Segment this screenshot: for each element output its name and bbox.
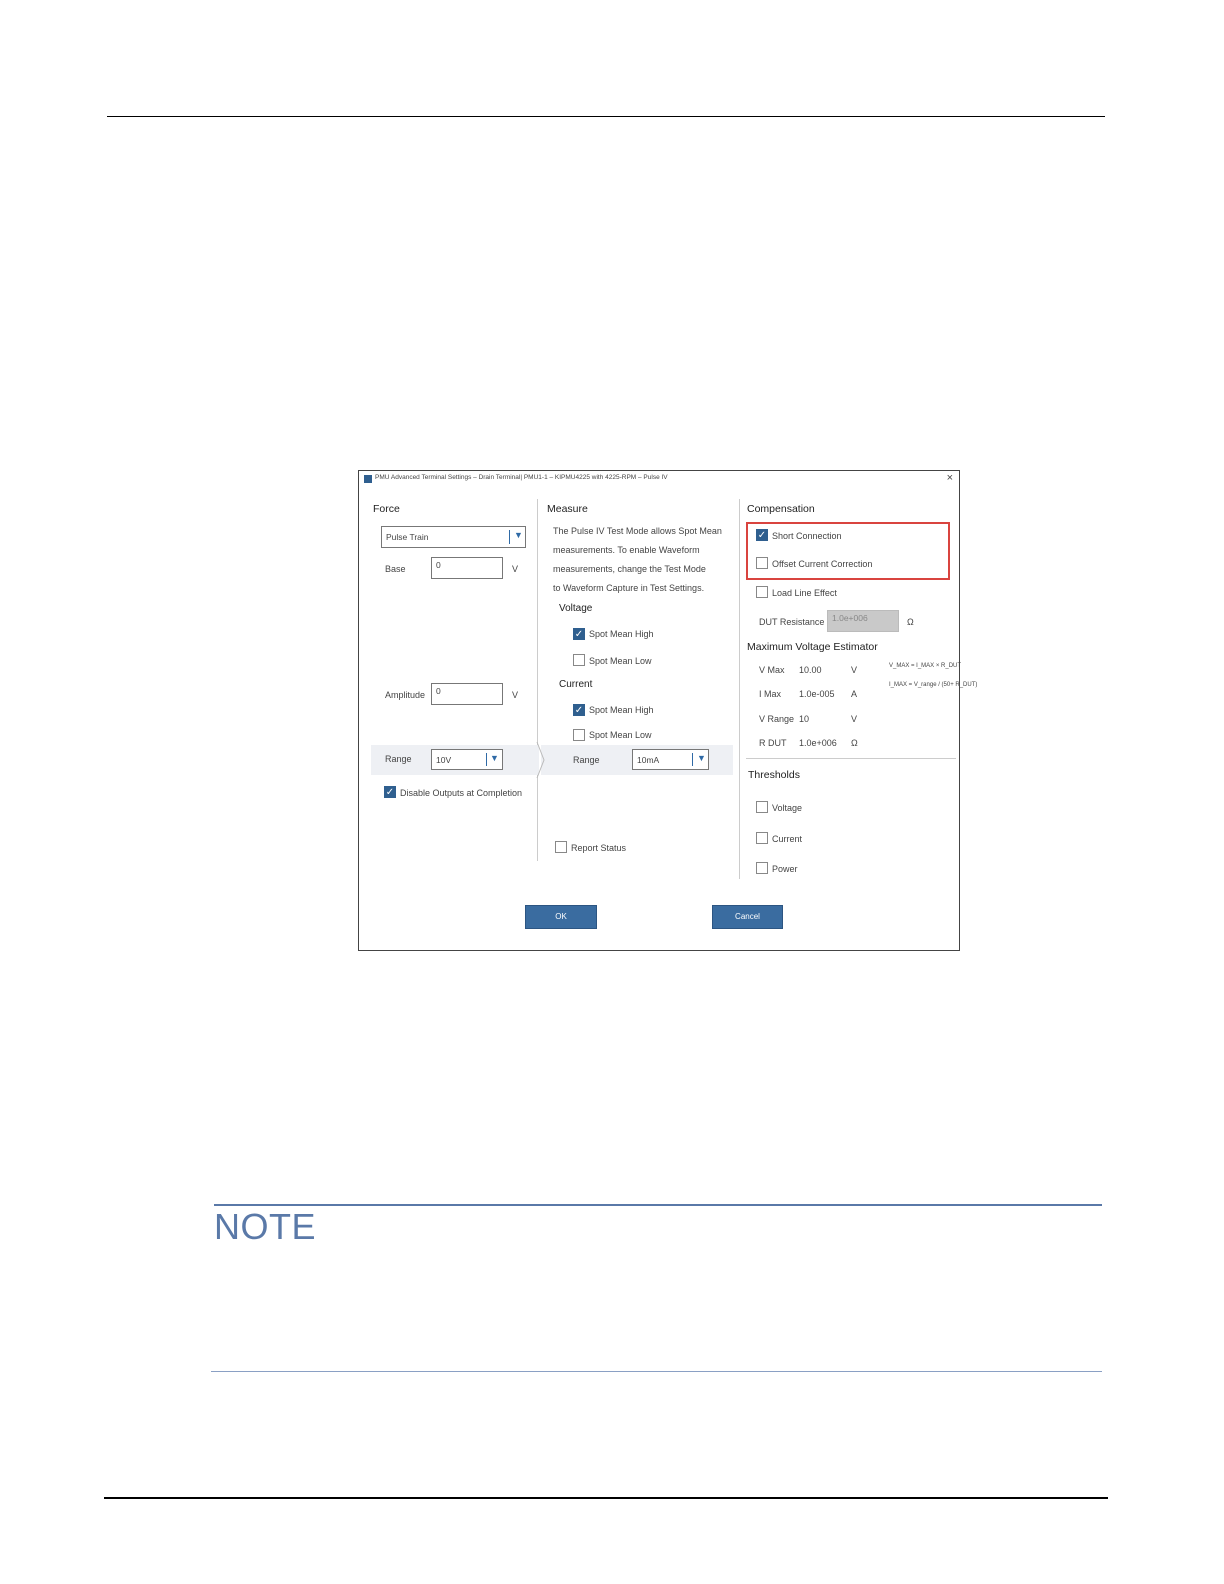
force-range-value: 10V [436, 755, 452, 765]
estimator-unit: V [851, 714, 858, 724]
measure-compensation-divider [739, 499, 740, 879]
base-label: Base [385, 564, 406, 574]
base-input[interactable]: 0 [431, 557, 503, 579]
threshold-power-checkbox[interactable] [756, 862, 768, 874]
threshold-voltage-label: Voltage [772, 803, 803, 813]
measure-info-line-3: measurements, change the Test Mode [553, 564, 706, 574]
estimator-divider [746, 758, 956, 759]
cancel-button[interactable]: Cancel [712, 905, 783, 929]
compensation-heading: Compensation [747, 503, 815, 515]
estimator-unit: A [851, 689, 858, 699]
disable-outputs-checkbox[interactable]: ✓ [384, 786, 396, 798]
threshold-voltage-checkbox[interactable] [756, 801, 768, 813]
note-bottom-rule [211, 1371, 1102, 1372]
estimator-heading: Maximum Voltage Estimator [747, 641, 878, 653]
estimator-label: V Range [759, 714, 795, 724]
amplitude-label: Amplitude [385, 690, 426, 700]
amplitude-input[interactable]: 0 [431, 683, 503, 705]
voltage-heading: Voltage [559, 603, 593, 614]
estimator-unit: V [851, 665, 858, 675]
estimator-label: V Max [759, 665, 785, 675]
chevron-down-icon: ▼ [490, 753, 499, 763]
threshold-current-label: Current [772, 834, 803, 844]
disable-outputs-label: Disable Outputs at Completion [400, 788, 523, 798]
voltage-spot-mean-high-checkbox[interactable]: ✓ [573, 628, 585, 640]
load-line-effect-checkbox[interactable] [756, 586, 768, 598]
pulse-type-dropdown[interactable]: Pulse Train ▼ [381, 526, 526, 548]
chevron-down-icon: ▼ [697, 753, 706, 763]
measure-info-line-4: to Waveform Capture in Test Settings. [553, 583, 705, 593]
threshold-power-label: Power [772, 864, 798, 874]
force-measure-divider [537, 499, 538, 861]
measure-range-label: Range [573, 755, 600, 765]
measure-heading: Measure [547, 503, 588, 515]
dropdown-separator [486, 753, 487, 766]
ok-button[interactable]: OK [525, 905, 597, 929]
estimator-value: 1.0e+006 [799, 738, 837, 748]
note-top-rule [214, 1204, 1102, 1206]
offset-current-correction-checkbox[interactable] [756, 557, 768, 569]
threshold-current-checkbox[interactable] [756, 832, 768, 844]
voltage-spot-mean-high-label: Spot Mean High [589, 629, 654, 639]
short-connection-checkbox[interactable]: ✓ [756, 529, 768, 541]
measure-info-line-2: measurements. To enable Waveform [553, 545, 700, 555]
dut-resistance-input: 1.0e+006 [827, 610, 899, 632]
current-spot-mean-low-checkbox[interactable] [573, 729, 585, 741]
title-bar: PMU Advanced Terminal Settings – Drain T… [359, 471, 959, 487]
chevron-down-icon: ▼ [514, 530, 523, 540]
app-icon [364, 475, 372, 483]
current-spot-mean-high-label: Spot Mean High [589, 705, 654, 715]
current-heading: Current [559, 679, 593, 690]
thresholds-heading: Thresholds [748, 769, 800, 781]
current-spot-mean-high-checkbox[interactable]: ✓ [573, 704, 585, 716]
amplitude-unit: V [512, 690, 519, 700]
offset-current-correction-label: Offset Current Correction [772, 559, 873, 569]
dialog-title: PMU Advanced Terminal Settings – Drain T… [375, 474, 668, 481]
estimator-value: 10 [799, 714, 810, 724]
short-connection-label: Short Connection [772, 531, 842, 541]
estimator-unit: Ω [851, 738, 858, 748]
pmu-advanced-terminal-settings-dialog: PMU Advanced Terminal Settings – Drain T… [358, 470, 977, 951]
force-range-label: Range [385, 754, 412, 764]
estimator-value: 10.00 [799, 665, 822, 675]
header-rule [107, 116, 1105, 117]
voltage-spot-mean-low-checkbox[interactable] [573, 654, 585, 666]
measure-range-value: 10mA [637, 755, 660, 765]
measure-range-dropdown[interactable]: 10mA ▼ [632, 749, 709, 770]
current-spot-mean-low-label: Spot Mean Low [589, 730, 652, 740]
pulse-type-value: Pulse Train [386, 532, 429, 542]
estimator-label: I Max [759, 689, 782, 699]
estimator-value: 1.0e-005 [799, 689, 835, 699]
estimator-label: R DUT [759, 738, 787, 748]
dut-resistance-label: DUT Resistance [759, 617, 825, 627]
measure-info-line-1: The Pulse IV Test Mode allows Spot Mean [553, 526, 722, 536]
report-status-checkbox[interactable] [555, 841, 567, 853]
imax-formula: I_MAX = V_range / (50+ R_DUT) [889, 682, 978, 688]
force-range-dropdown[interactable]: 10V ▼ [431, 749, 503, 770]
range-link-chevron [536, 741, 545, 779]
close-icon[interactable]: × [947, 472, 953, 484]
force-heading: Force [373, 503, 400, 515]
base-unit: V [512, 564, 519, 574]
note-heading: NOTE [214, 1206, 317, 1247]
dropdown-separator [509, 530, 510, 544]
dut-resistance-unit: Ω [907, 617, 914, 627]
dropdown-separator [692, 753, 693, 766]
report-status-label: Report Status [571, 843, 627, 853]
footer-rule [104, 1497, 1108, 1499]
load-line-effect-label: Load Line Effect [772, 588, 837, 598]
vmax-formula: V_MAX = I_MAX × R_DUT [889, 663, 962, 669]
voltage-spot-mean-low-label: Spot Mean Low [589, 656, 652, 666]
